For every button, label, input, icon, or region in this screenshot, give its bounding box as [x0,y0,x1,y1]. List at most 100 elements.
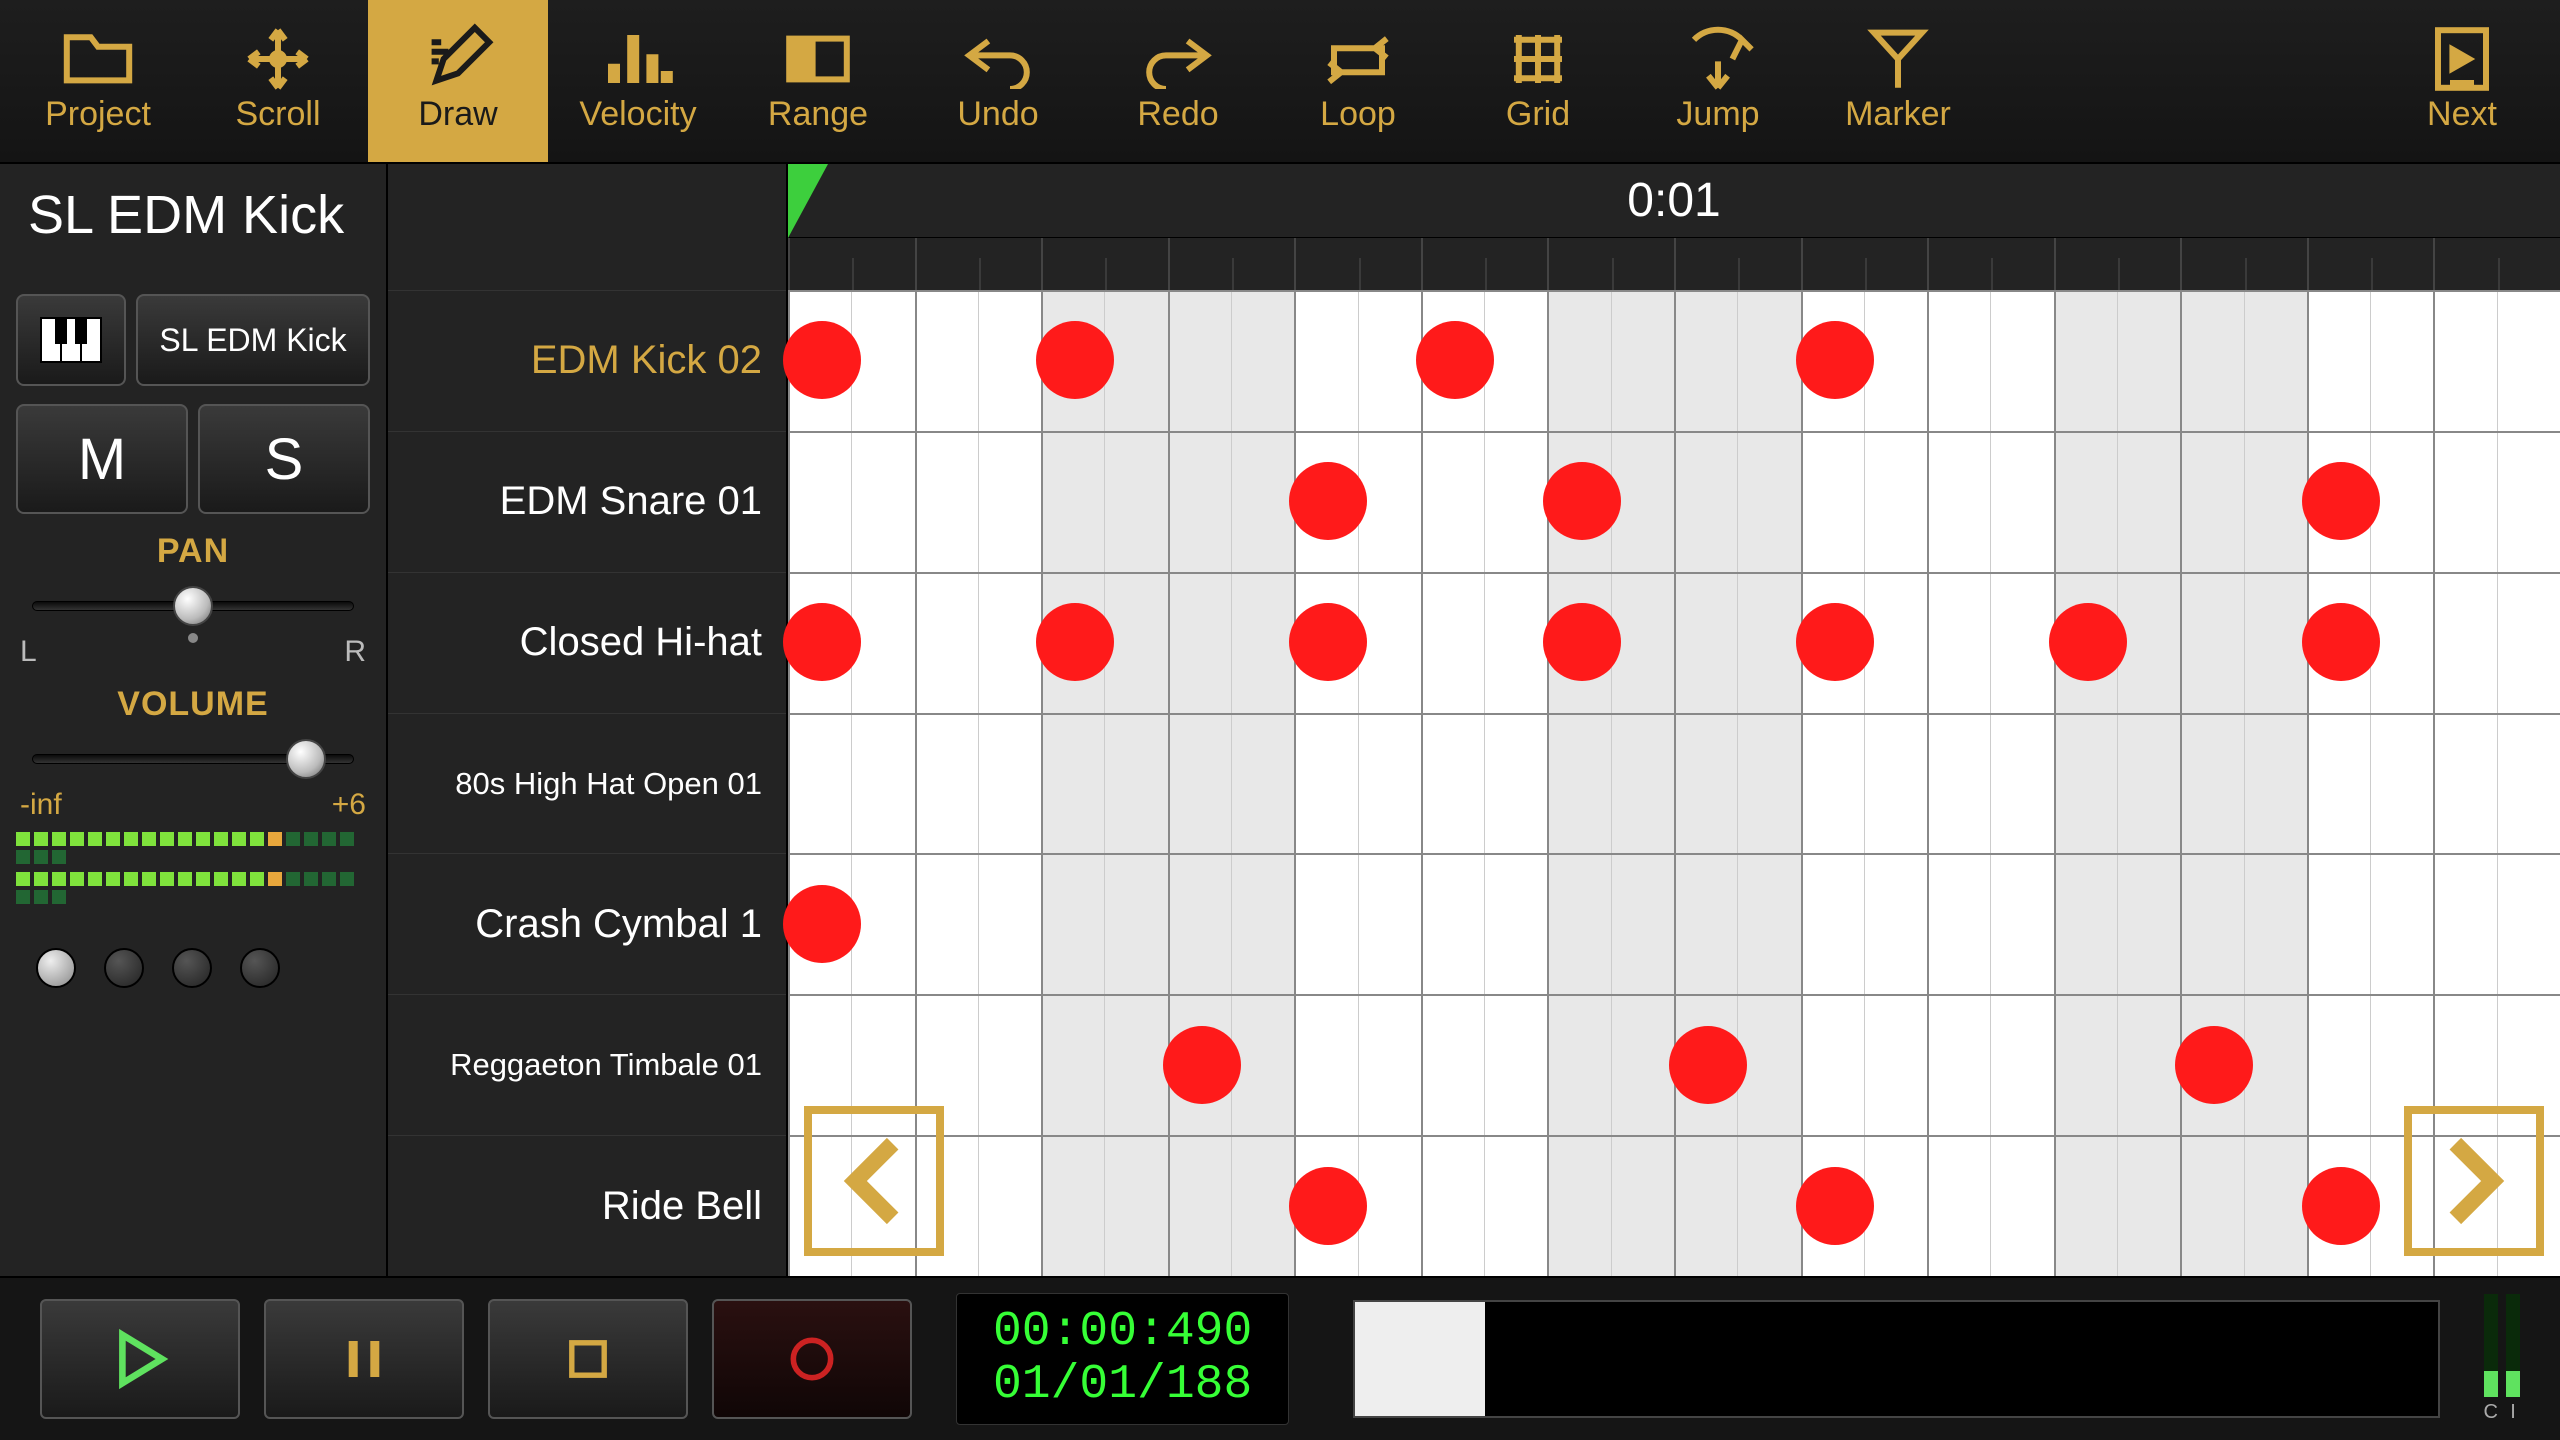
grid-cell[interactable] [1421,713,1548,854]
note[interactable] [1543,603,1621,681]
grid-cell[interactable] [2433,290,2560,431]
note[interactable] [1036,603,1114,681]
grid-cell[interactable] [1674,1135,1801,1276]
page-dot[interactable] [104,948,144,988]
note[interactable] [2302,1167,2380,1245]
grid-cell[interactable] [1927,1135,2054,1276]
instrument-button[interactable]: SL EDM Kick [136,294,370,386]
grid-cell[interactable] [2307,713,2434,854]
grid-cell[interactable] [788,431,915,572]
next-tool[interactable]: Next [2372,0,2552,162]
pan-slider[interactable] [16,581,370,631]
piano-button[interactable] [16,294,126,386]
grid-cell[interactable] [2054,290,2181,431]
grid-cell[interactable] [1801,853,1928,994]
track-name[interactable]: EDM Kick 02 [388,290,786,431]
grid-cell[interactable] [2180,853,2307,994]
grid-cell[interactable] [1927,713,2054,854]
note[interactable] [1036,321,1114,399]
grid-cell[interactable] [1294,853,1421,994]
note[interactable] [1416,321,1494,399]
note[interactable] [2175,1026,2253,1104]
grid-cell[interactable] [1801,994,1928,1135]
pause-button[interactable] [264,1299,464,1419]
note[interactable] [783,321,861,399]
grid-cell[interactable] [1801,713,1928,854]
grid-cell[interactable] [1041,431,1168,572]
grid-cell[interactable] [1421,994,1548,1135]
grid-cell[interactable] [915,713,1042,854]
grid-cell[interactable] [1927,853,2054,994]
grid-cell[interactable] [1927,290,2054,431]
grid-cell[interactable] [1168,1135,1295,1276]
mute-button[interactable]: M [16,404,188,514]
grid-cell[interactable] [1547,713,1674,854]
grid-cell[interactable] [1041,853,1168,994]
note[interactable] [1289,462,1367,540]
time-bar[interactable]: 0:01 [788,164,2560,238]
grid-cell[interactable] [2180,290,2307,431]
grid-cell[interactable] [1674,713,1801,854]
grid-cell[interactable] [1294,290,1421,431]
solo-button[interactable]: S [198,404,370,514]
pattern-grid[interactable] [788,290,2560,1276]
velocity-tool[interactable]: Velocity [548,0,728,162]
grid-cell[interactable] [2054,431,2181,572]
grid-cell[interactable] [1041,994,1168,1135]
page-dot[interactable] [36,948,76,988]
scroll-left-button[interactable] [804,1106,944,1256]
grid-cell[interactable] [2054,713,2181,854]
grid-cell[interactable] [2307,290,2434,431]
note[interactable] [1163,1026,1241,1104]
grid-cell[interactable] [1168,290,1295,431]
grid-cell[interactable] [915,290,1042,431]
grid-cell[interactable] [2433,431,2560,572]
grid-cell[interactable] [915,572,1042,713]
grid-cell[interactable] [1168,572,1295,713]
volume-slider[interactable] [16,734,370,784]
undo-tool[interactable]: Undo [908,0,1088,162]
grid-cell[interactable] [1041,1135,1168,1276]
grid-cell[interactable] [1674,572,1801,713]
grid-cell[interactable] [2054,853,2181,994]
grid-cell[interactable] [1927,994,2054,1135]
grid-cell[interactable] [1674,431,1801,572]
project-tool[interactable]: Project [8,0,188,162]
jump-tool[interactable]: Jump [1628,0,1808,162]
beat-ruler[interactable] [788,238,2560,290]
note[interactable] [1796,321,1874,399]
grid-cell[interactable] [1421,431,1548,572]
song-overview[interactable] [1353,1300,2439,1418]
grid-cell[interactable] [1674,290,1801,431]
grid-cell[interactable] [1294,713,1421,854]
record-button[interactable] [712,1299,912,1419]
marker-tool[interactable]: Marker [1808,0,1988,162]
track-name[interactable]: EDM Snare 01 [388,431,786,572]
grid-cell[interactable] [1168,853,1295,994]
track-name[interactable]: Crash Cymbal 1 [388,853,786,994]
note[interactable] [1796,603,1874,681]
grid-cell[interactable] [1421,1135,1548,1276]
grid-cell[interactable] [1547,1135,1674,1276]
grid-cell[interactable] [915,853,1042,994]
track-name[interactable]: Closed Hi-hat [388,572,786,713]
track-name[interactable]: Ride Bell [388,1135,786,1276]
track-name[interactable]: 80s High Hat Open 01 [388,713,786,854]
note[interactable] [1669,1026,1747,1104]
grid-cell[interactable] [2180,431,2307,572]
note[interactable] [783,603,861,681]
grid-cell[interactable] [1041,713,1168,854]
scroll-tool[interactable]: Scroll [188,0,368,162]
grid-cell[interactable] [2307,853,2434,994]
draw-tool[interactable]: Draw [368,0,548,162]
grid-cell[interactable] [2433,572,2560,713]
grid-cell[interactable] [2180,1135,2307,1276]
grid-tool[interactable]: Grid [1448,0,1628,162]
note[interactable] [1796,1167,1874,1245]
grid-cell[interactable] [2054,1135,2181,1276]
note[interactable] [783,885,861,963]
note[interactable] [1289,1167,1367,1245]
grid-cell[interactable] [915,431,1042,572]
scroll-right-button[interactable] [2404,1106,2544,1256]
grid-cell[interactable] [1547,290,1674,431]
